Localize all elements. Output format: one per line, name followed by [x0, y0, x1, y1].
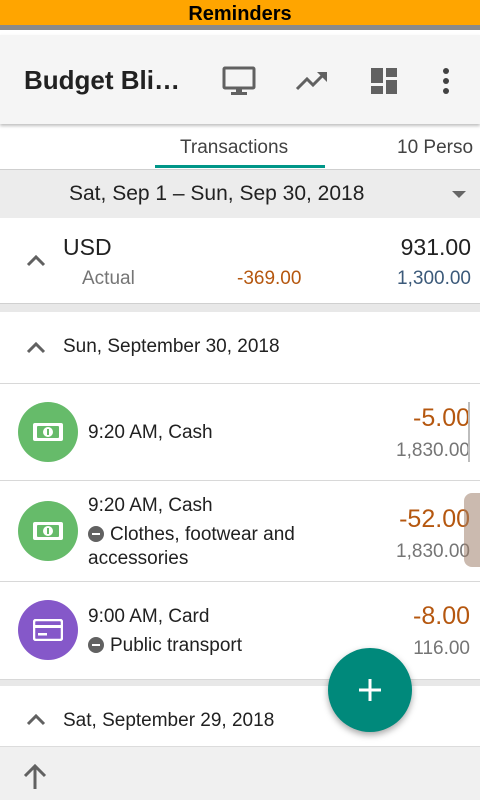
app-bar: Budget Bli… [0, 35, 480, 124]
dropdown-arrow-icon [452, 191, 466, 198]
transaction-row[interactable]: 9:20 AM, Cash Clothes, footwear and acce… [0, 481, 480, 582]
transaction-row[interactable]: 9:20 AM, Cash -5.00 1,830.00 [0, 384, 480, 481]
tab-bar: Transactions 10 Perso [0, 124, 480, 170]
day-label: Sun, September 30, 2018 [63, 336, 280, 357]
scrollbar-track [468, 402, 470, 462]
day-header[interactable]: Sun, September 30, 2018 [0, 312, 480, 384]
add-icon [359, 679, 381, 701]
currency-summary[interactable]: USD 931.00 Actual -369.00 1,300.00 [0, 218, 480, 304]
date-range-label: Sat, Sep 1 – Sun, Sep 30, 2018 [69, 182, 365, 205]
transaction-time-account: 9:00 AM, Card [88, 606, 210, 627]
cash-icon [18, 501, 78, 561]
banner-title: Reminders [188, 3, 292, 25]
bottom-bar [0, 746, 480, 800]
minus-circle-icon [88, 637, 104, 653]
arrow-up-icon[interactable] [22, 763, 48, 791]
tab-people[interactable]: 10 Perso [397, 137, 473, 159]
day-label: Sat, September 29, 2018 [63, 710, 275, 731]
reminders-banner[interactable]: Reminders [0, 0, 480, 30]
page-title: Budget Bli… [24, 65, 180, 95]
tab-indicator [155, 165, 325, 168]
transaction-amount: -5.00 [413, 404, 470, 432]
chevron-up-icon[interactable] [25, 341, 47, 355]
transaction-row[interactable]: 9:00 AM, Card Public transport -8.00 116… [0, 582, 480, 680]
date-range-selector[interactable]: Sat, Sep 1 – Sun, Sep 30, 2018 [0, 170, 480, 218]
cash-icon [18, 402, 78, 462]
transaction-category: Clothes, footwear and accessories [88, 523, 328, 571]
transaction-balance: 116.00 [413, 638, 470, 659]
dashboard-icon[interactable] [364, 61, 404, 101]
transaction-time-account: 9:20 AM, Cash [88, 495, 213, 516]
actual-label: Actual [82, 268, 135, 289]
add-transaction-button[interactable] [328, 648, 412, 732]
scrollbar-thumb[interactable] [464, 493, 480, 567]
section-divider [0, 304, 480, 312]
transaction-balance: 1,830.00 [396, 541, 470, 562]
currency-code: USD [63, 234, 112, 260]
transaction-category: Public transport [88, 634, 328, 658]
transaction-balance: 1,830.00 [396, 440, 470, 461]
category-label: Clothes, footwear and accessories [88, 524, 295, 569]
chevron-up-icon[interactable] [25, 254, 47, 268]
chevron-up-icon[interactable] [25, 713, 47, 727]
transaction-amount: -52.00 [399, 505, 470, 533]
transaction-time-account: 9:20 AM, Cash [88, 422, 213, 443]
minus-circle-icon [88, 526, 104, 542]
more-vert-icon[interactable] [426, 61, 466, 101]
card-icon [18, 600, 78, 660]
trending-up-icon[interactable] [292, 61, 332, 101]
transaction-amount: -8.00 [413, 602, 470, 630]
tab-transactions[interactable]: Transactions [180, 137, 288, 159]
budget-value: 1,300.00 [397, 268, 471, 289]
actual-value: -369.00 [237, 268, 302, 289]
summary-total: 931.00 [400, 234, 471, 260]
monitor-icon[interactable] [219, 61, 259, 101]
category-label: Public transport [110, 635, 243, 656]
